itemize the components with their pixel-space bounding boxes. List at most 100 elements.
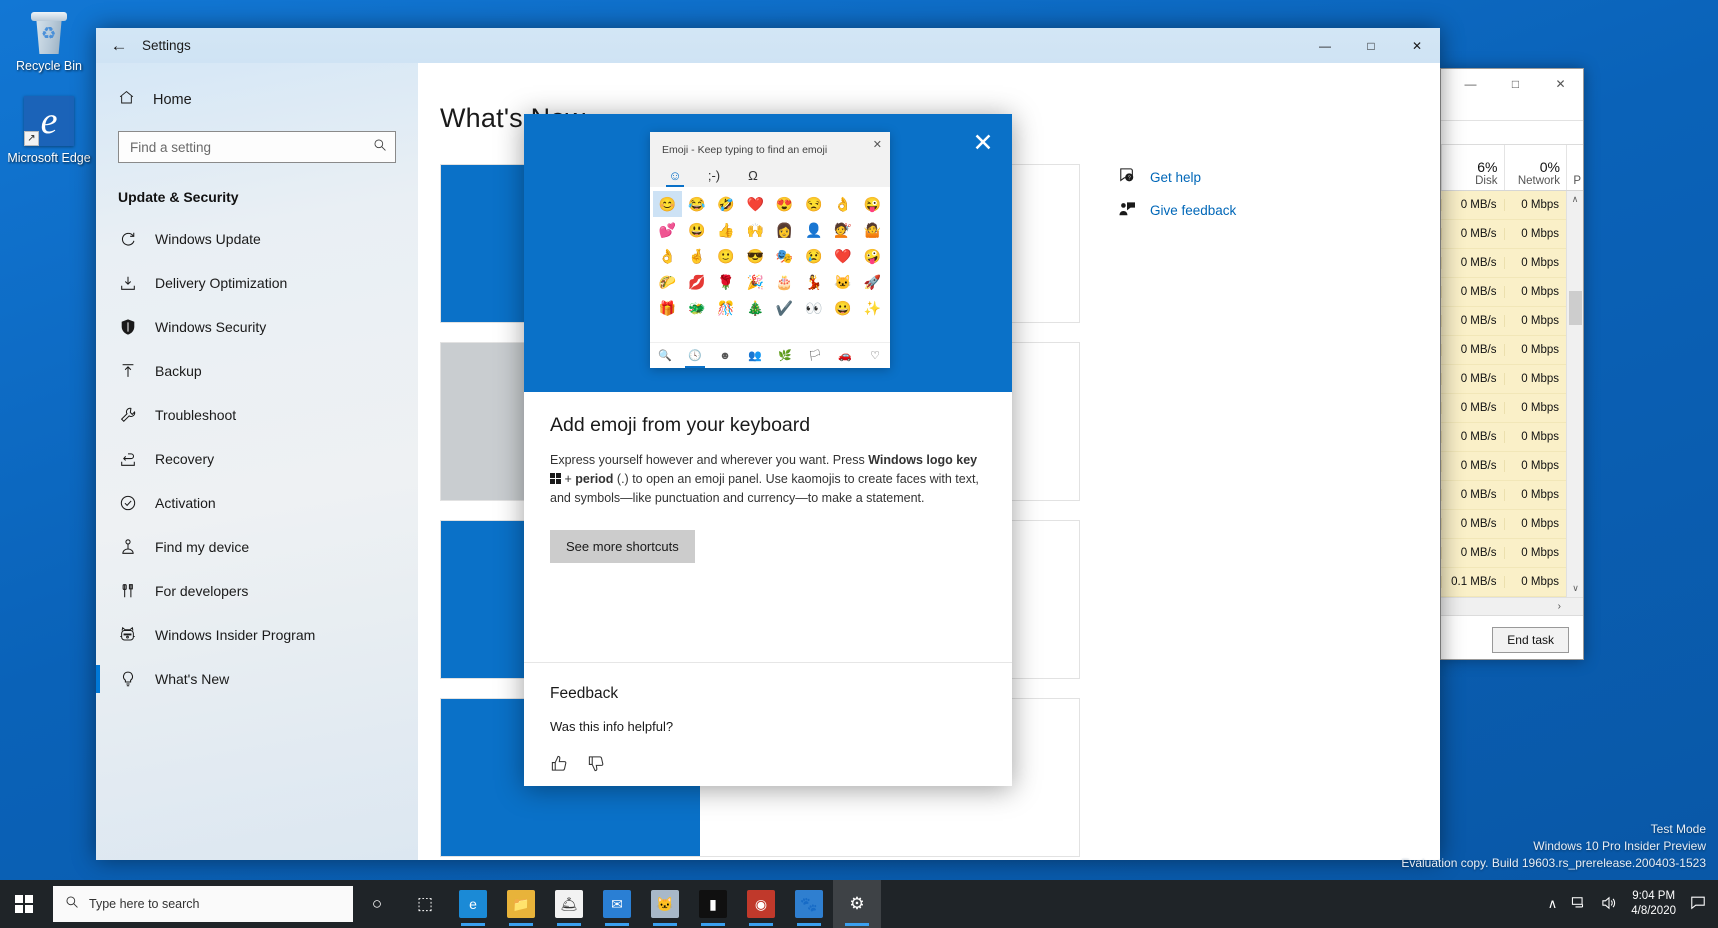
emoji-cell[interactable]: 💃 <box>799 269 828 295</box>
task-manager-row[interactable]: 0 MB/s0 Mbps <box>1441 249 1583 278</box>
thumbs-up-icon[interactable] <box>550 754 569 778</box>
task-manager-menu-bar[interactable] <box>1441 99 1583 121</box>
emoji-cell[interactable]: 😊 <box>653 191 682 217</box>
emoji-cell[interactable]: 🎂 <box>770 269 799 295</box>
emoji-cell[interactable]: 😍 <box>770 191 799 217</box>
column-header-network[interactable]: 0% Network <box>1504 145 1567 190</box>
emoji-cell[interactable]: 🤷 <box>858 217 887 243</box>
emoji-cell[interactable]: 😃 <box>682 217 711 243</box>
emoji-category-bar[interactable]: 🔍🕓☻👥🌿🏳🚗♡ <box>650 342 890 368</box>
dialog-close-button[interactable]: ✕ <box>964 124 1002 162</box>
emoji-cell[interactable]: 🙂 <box>712 243 741 269</box>
emoji-cell[interactable]: 🌹 <box>712 269 741 295</box>
start-button[interactable] <box>0 880 48 928</box>
taskbar-command-prompt-button[interactable]: ▮ <box>689 880 737 928</box>
emoji-cell[interactable]: 💋 <box>682 269 711 295</box>
recent-icon[interactable]: 🕓 <box>680 343 710 368</box>
taskbar-file-explorer-button[interactable]: 📁 <box>497 880 545 928</box>
emoji-cell[interactable]: 🎭 <box>770 243 799 269</box>
task-manager-row[interactable]: 0 MB/s0 Mbps <box>1441 365 1583 394</box>
give-feedback-link[interactable]: Give feedback <box>1118 201 1236 220</box>
taskbar-media-player-button[interactable]: ◉ <box>737 880 785 928</box>
task-manager-row[interactable]: 0 MB/s0 Mbps <box>1441 481 1583 510</box>
scroll-up-arrow-icon[interactable]: ∧ <box>1567 191 1583 208</box>
task-manager-row[interactable]: 0 MB/s0 Mbps <box>1441 394 1583 423</box>
emoji-cell[interactable]: ❤️ <box>741 191 770 217</box>
task-manager-row[interactable]: 0 MB/s0 Mbps <box>1441 510 1583 539</box>
task-manager-row[interactable]: 0 MB/s0 Mbps <box>1441 539 1583 568</box>
emoji-cell[interactable]: 🎁 <box>653 295 682 321</box>
column-header-power[interactable]: P <box>1566 145 1583 190</box>
column-header-disk[interactable]: 6% Disk <box>1441 145 1504 190</box>
taskbar-task-view-button[interactable]: ⬚ <box>401 880 449 928</box>
task-manager-process-rows[interactable]: 0 MB/s0 Mbps0 MB/s0 Mbps0 MB/s0 Mbps0 MB… <box>1441 191 1583 597</box>
emoji-cell[interactable]: ✔️ <box>770 295 799 321</box>
emoji-grid[interactable]: 😊😂🤣❤️😍😒👌😜💕😃👍🙌👩👤💇🤷👌🤞🙂😎🎭😢❤️🤪🌮💋🌹🎉🎂💃🐱🚀🎁🐲🎊🎄✔️… <box>650 187 890 342</box>
travel-icon[interactable]: 🚗 <box>830 343 860 368</box>
scrollbar-thumb[interactable] <box>1569 291 1582 325</box>
emoji-cell[interactable]: 🐱 <box>829 269 858 295</box>
search-icon[interactable]: 🔍 <box>650 343 680 368</box>
symbols-heart-icon[interactable]: ♡ <box>860 343 890 368</box>
search-input[interactable] <box>130 140 373 155</box>
search-icon[interactable] <box>373 138 387 157</box>
task-manager-minimize-button[interactable]: — <box>1448 69 1493 99</box>
emoji-cell[interactable]: 🤞 <box>682 243 711 269</box>
sidebar-item-troubleshoot[interactable]: Troubleshoot <box>96 393 418 437</box>
taskbar-microsoft-store-button[interactable]: 🛎 <box>545 880 593 928</box>
minimize-button[interactable]: — <box>1302 28 1348 63</box>
taskbar-mail-button[interactable]: ✉ <box>593 880 641 928</box>
emoji-cell[interactable]: 🎊 <box>712 295 741 321</box>
emoji-cell[interactable]: 💕 <box>653 217 682 243</box>
emoji-cell[interactable]: 👩 <box>770 217 799 243</box>
taskbar-feedback-hub-button[interactable]: 🐱 <box>641 880 689 928</box>
sidebar-item-windows-insider-program[interactable]: Windows Insider Program <box>96 613 418 657</box>
emoji-cell[interactable]: 🤣 <box>712 191 741 217</box>
taskbar-settings-gear-button[interactable]: ⚙ <box>833 880 881 928</box>
task-manager-row[interactable]: 0 MB/s0 Mbps <box>1441 307 1583 336</box>
emoji-cell[interactable]: 😎 <box>741 243 770 269</box>
taskbar-search-box[interactable]: Type here to search <box>53 886 353 922</box>
search-box[interactable] <box>118 131 396 163</box>
close-button[interactable]: ✕ <box>1394 28 1440 63</box>
thumbs-down-icon[interactable] <box>587 754 606 778</box>
taskbar-ninjacat-button[interactable]: 🐾 <box>785 880 833 928</box>
taskbar-edge-button[interactable]: e <box>449 880 497 928</box>
sidebar-item-delivery-optimization[interactable]: Delivery Optimization <box>96 261 418 305</box>
scroll-down-arrow-icon[interactable]: ∨ <box>1567 580 1584 597</box>
nature-icon[interactable]: 🌿 <box>770 343 800 368</box>
task-manager-tab-strip[interactable] <box>1441 121 1583 145</box>
task-manager-vertical-scrollbar[interactable]: ∧ ∨ <box>1566 191 1583 597</box>
taskbar-cortana-button[interactable]: ○ <box>353 880 401 928</box>
task-manager-window[interactable]: — □ ✕ 6% Disk 0% Network P 0 MB/s0 Mbps0… <box>1440 68 1584 660</box>
emoji-cell[interactable]: 🎉 <box>741 269 770 295</box>
emoji-cell[interactable]: 👍 <box>712 217 741 243</box>
desktop-icon-recycle-bin[interactable]: ♻ Recycle Bin <box>6 10 92 74</box>
symbols-tab[interactable]: Ω <box>742 163 764 187</box>
kaomoji-tab[interactable]: ;-) <box>703 163 725 187</box>
action-center-icon[interactable] <box>1690 895 1706 913</box>
sidebar-item-for-developers[interactable]: For developers <box>96 569 418 613</box>
emoji-cell[interactable]: 😂 <box>682 191 711 217</box>
sidebar-item-what-s-new[interactable]: What's New <box>96 657 418 701</box>
emoji-cell[interactable]: 🙌 <box>741 217 770 243</box>
emoji-cell[interactable]: 🐲 <box>682 295 711 321</box>
sidebar-item-backup[interactable]: Backup <box>96 349 418 393</box>
task-manager-horizontal-scrollbar[interactable]: › <box>1441 597 1583 615</box>
task-manager-close-button[interactable]: ✕ <box>1538 69 1583 99</box>
people-icon[interactable]: 👥 <box>740 343 770 368</box>
emoji-tab[interactable]: ☺ <box>664 163 686 187</box>
task-manager-row[interactable]: 0 MB/s0 Mbps <box>1441 220 1583 249</box>
desktop-icon-microsoft-edge[interactable]: e ↗ Microsoft Edge <box>6 96 92 166</box>
emoji-cell[interactable]: ❤️ <box>829 243 858 269</box>
emoji-cell[interactable]: ✨ <box>858 295 887 321</box>
maximize-button[interactable]: □ <box>1348 28 1394 63</box>
task-manager-row[interactable]: 0 MB/s0 Mbps <box>1441 278 1583 307</box>
task-manager-row[interactable]: 0.1 MB/s0 Mbps <box>1441 568 1583 597</box>
sidebar-item-windows-update[interactable]: Windows Update <box>96 217 418 261</box>
emoji-cell[interactable]: 💇 <box>829 217 858 243</box>
emoji-cell[interactable]: 😒 <box>799 191 828 217</box>
emoji-cell[interactable]: 🚀 <box>858 269 887 295</box>
emoji-picker-panel[interactable]: Emoji - Keep typing to find an emoji ✕ ☺… <box>650 132 890 368</box>
emoji-cell[interactable]: 👌 <box>829 191 858 217</box>
